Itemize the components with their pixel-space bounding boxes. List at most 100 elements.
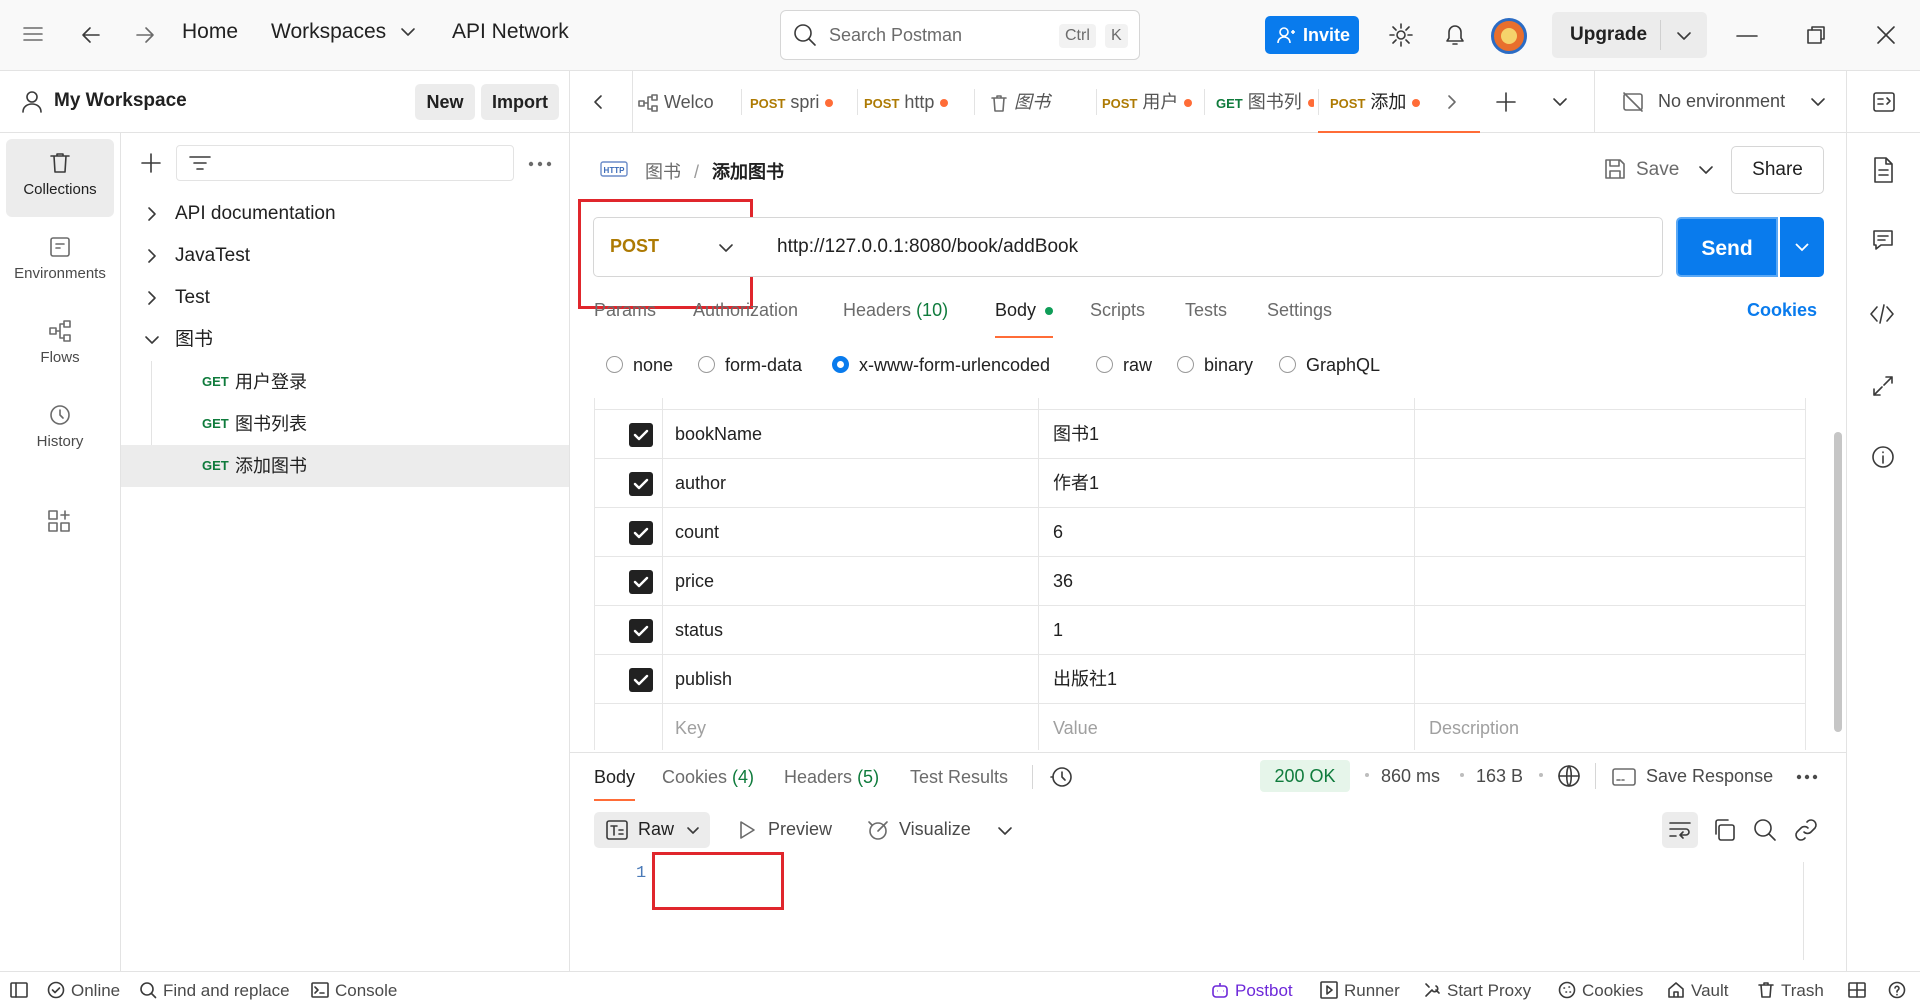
nav-api-network[interactable]: API Network: [452, 20, 569, 44]
rail-collections[interactable]: Collections: [6, 139, 114, 217]
info-icon[interactable]: [1871, 445, 1895, 469]
settings-gear-icon[interactable]: [1388, 22, 1414, 48]
add-collection-icon[interactable]: [141, 153, 161, 173]
help-icon[interactable]: [1888, 981, 1906, 999]
row-key[interactable]: publish: [675, 655, 732, 704]
key-input[interactable]: Key: [675, 704, 706, 753]
row-value[interactable]: 作者1: [1053, 459, 1099, 508]
radio-form-data[interactable]: form-data: [698, 355, 802, 376]
new-tab-icon[interactable]: [1496, 92, 1516, 112]
documentation-icon[interactable]: [1872, 157, 1894, 183]
cookies-button[interactable]: Cookies: [1558, 981, 1643, 1001]
menu-icon[interactable]: [22, 24, 44, 44]
tab-headers[interactable]: Headers (10): [843, 300, 948, 321]
tab-authorization[interactable]: Authorization: [693, 300, 798, 321]
send-options-button[interactable]: [1780, 217, 1824, 277]
request-item-user-login[interactable]: GET 用户登录: [121, 361, 569, 403]
comments-icon[interactable]: [1872, 229, 1894, 251]
more-options-icon[interactable]: [528, 161, 552, 167]
status-badge[interactable]: 200 OK: [1260, 760, 1350, 792]
collection-books[interactable]: 图书: [121, 319, 569, 361]
row-value[interactable]: 1: [1053, 606, 1063, 655]
runner-button[interactable]: Runner: [1320, 980, 1400, 1001]
back-arrow-icon[interactable]: [80, 24, 102, 46]
row-value[interactable]: 36: [1053, 557, 1073, 606]
response-more-icon[interactable]: [1796, 774, 1818, 780]
tab-body[interactable]: Body: [995, 300, 1054, 338]
trash-button[interactable]: Trash: [1757, 981, 1824, 1001]
response-tab-cookies[interactable]: Cookies (4): [662, 767, 754, 788]
scroll-tabs-left-icon[interactable]: [592, 94, 604, 110]
vault-button[interactable]: Vault: [1667, 981, 1729, 1001]
row-checkbox[interactable]: [629, 521, 653, 545]
console-button[interactable]: Console: [311, 981, 397, 1001]
save-button[interactable]: Save: [1598, 148, 1690, 190]
network-globe-icon[interactable]: [1557, 764, 1581, 788]
tab-books-collection[interactable]: 图书: [990, 71, 1090, 133]
tab-get-book-list[interactable]: GET 图书列: [1206, 71, 1314, 133]
postbot-button[interactable]: Postbot: [1211, 981, 1293, 1001]
tab-welcome[interactable]: Welco: [634, 71, 740, 133]
collection-filter-input[interactable]: [176, 145, 514, 181]
row-checkbox[interactable]: [629, 668, 653, 692]
tab-list-chevron-icon[interactable]: [1552, 96, 1568, 108]
wrap-lines-button[interactable]: [1662, 812, 1698, 848]
row-key[interactable]: bookName: [675, 410, 762, 459]
layout-toggle-icon[interactable]: [1848, 982, 1866, 998]
vertical-scrollbar[interactable]: [1834, 432, 1842, 732]
start-proxy-button[interactable]: Start Proxy: [1423, 981, 1531, 1001]
row-key[interactable]: status: [675, 606, 723, 655]
chevron-down-icon[interactable]: [1676, 30, 1692, 42]
response-tab-headers[interactable]: Headers (5): [784, 767, 879, 788]
minimize-window-icon[interactable]: [1736, 34, 1758, 38]
radio-graphql[interactable]: GraphQL: [1279, 355, 1380, 376]
radio-raw[interactable]: raw: [1096, 355, 1152, 376]
nav-home[interactable]: Home: [182, 20, 238, 44]
rail-environments[interactable]: Environments: [6, 223, 114, 301]
online-status[interactable]: Online: [47, 981, 120, 1001]
row-value[interactable]: 出版社1: [1053, 655, 1117, 704]
toggle-sidebar-icon[interactable]: [10, 982, 28, 998]
import-button[interactable]: Import: [481, 84, 559, 120]
forward-arrow-icon[interactable]: [134, 24, 156, 46]
related-collections-icon[interactable]: [1872, 375, 1894, 397]
collection-api-documentation[interactable]: API documentation: [121, 193, 569, 235]
visualize-chevron-icon[interactable]: [997, 825, 1013, 837]
url-input[interactable]: http://127.0.0.1:8080/book/addBook: [747, 217, 1663, 277]
raw-view-select[interactable]: Raw: [594, 812, 710, 848]
notification-bell-icon[interactable]: [1443, 22, 1467, 48]
row-key[interactable]: author: [675, 459, 726, 508]
request-item-add-book[interactable]: GET 添加图书: [121, 445, 569, 487]
search-response-icon[interactable]: [1753, 818, 1777, 842]
find-replace-button[interactable]: Find and replace: [139, 981, 290, 1001]
cookies-link[interactable]: Cookies: [1747, 300, 1817, 321]
value-input[interactable]: Value: [1053, 704, 1098, 753]
collection-test[interactable]: Test: [121, 277, 569, 319]
row-checkbox[interactable]: [629, 472, 653, 496]
environment-quick-look-icon[interactable]: [1872, 91, 1896, 113]
share-button[interactable]: Share: [1731, 146, 1824, 194]
tab-post-http[interactable]: POST http: [864, 71, 972, 133]
rail-flows[interactable]: Flows: [6, 307, 114, 385]
nav-workspaces[interactable]: Workspaces: [271, 20, 416, 44]
radio-none[interactable]: none: [606, 355, 673, 376]
upgrade-button[interactable]: Upgrade: [1552, 12, 1707, 58]
save-options-chevron-icon[interactable]: [1698, 164, 1714, 176]
description-input[interactable]: Description: [1429, 704, 1519, 753]
row-checkbox[interactable]: [629, 619, 653, 643]
workspace-name[interactable]: My Workspace: [54, 90, 187, 112]
tab-settings[interactable]: Settings: [1267, 300, 1332, 321]
new-button[interactable]: New: [415, 84, 475, 120]
avatar[interactable]: [1491, 18, 1527, 54]
breadcrumb-parent[interactable]: 图书: [645, 162, 681, 182]
tab-post-user[interactable]: POST 用户: [1092, 71, 1200, 133]
tab-post-spri[interactable]: POST spri: [750, 71, 856, 133]
tab-scripts[interactable]: Scripts: [1090, 300, 1145, 321]
tab-params[interactable]: Params: [594, 300, 656, 321]
row-checkbox[interactable]: [629, 423, 653, 447]
row-key[interactable]: price: [675, 557, 714, 606]
search-bar[interactable]: Search Postman Ctrl K: [780, 10, 1140, 60]
environment-selector[interactable]: No environment: [1610, 71, 1830, 133]
request-item-book-list[interactable]: GET 图书列表: [121, 403, 569, 445]
row-value[interactable]: 6: [1053, 508, 1063, 557]
